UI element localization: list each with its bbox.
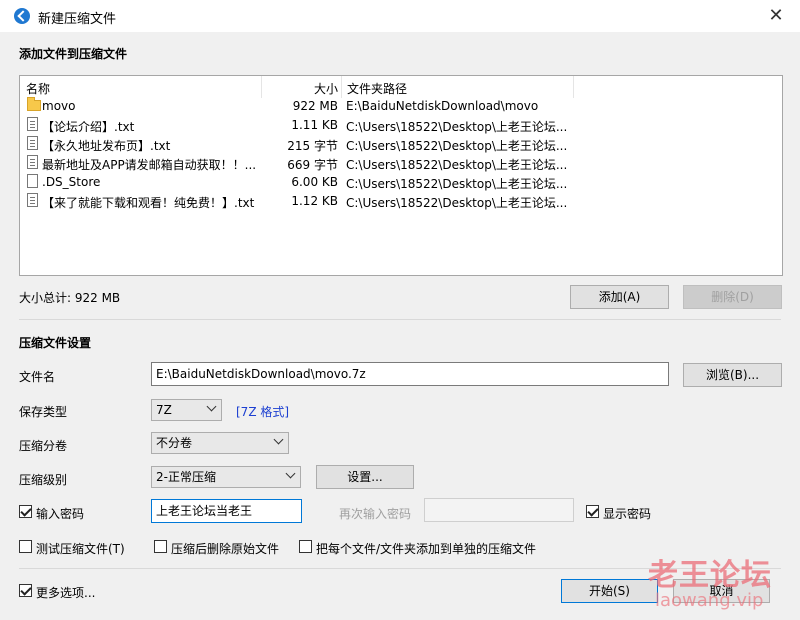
file-path: E:\BaiduNetdiskDownload\movo xyxy=(346,99,539,113)
password-label: 输入密码 xyxy=(36,507,85,521)
file-path: C:\Users\18522\Desktop\上老王论坛... xyxy=(346,139,568,153)
file-name: 【论坛介绍】.txt xyxy=(42,120,135,134)
show-password-checkbox[interactable] xyxy=(586,505,599,518)
separate-archives-checkbox[interactable] xyxy=(299,540,312,553)
file-size: 1.12 KB xyxy=(291,194,338,208)
file-name: 最新地址及APP请发邮箱自动获取！！... xyxy=(42,158,257,172)
password-checkbox[interactable] xyxy=(19,505,32,518)
show-password-label: 显示密码 xyxy=(603,507,652,521)
folder-icon xyxy=(27,97,41,111)
chevron-down-icon xyxy=(206,401,217,412)
file-path: C:\Users\18522\Desktop\上老王论坛... xyxy=(346,120,568,134)
reenter-password-label: 再次输入密码 xyxy=(339,507,412,521)
more-options-label[interactable]: 更多选项... xyxy=(36,584,95,601)
file-size: 922 MB xyxy=(292,99,338,113)
level-label: 压缩级别 xyxy=(19,473,68,487)
file-list[interactable]: 名称 大小 文件夹路径 movo 922 MB E:\BaiduNetdiskD… xyxy=(19,75,783,276)
file-path: C:\Users\18522\Desktop\上老王论坛... xyxy=(346,177,568,191)
file-icon xyxy=(27,174,38,188)
file-size: 1.11 KB xyxy=(291,118,338,132)
split-label: 压缩分卷 xyxy=(19,439,68,453)
file-list-header: 名称 大小 文件夹路径 xyxy=(20,76,782,98)
file-path: C:\Users\18522\Desktop\上老王论坛... xyxy=(346,158,568,172)
save-type-label: 保存类型 xyxy=(19,405,68,419)
file-path: C:\Users\18522\Desktop\上老王论坛... xyxy=(346,196,568,210)
file-name: .DS_Store xyxy=(42,175,101,189)
app-icon xyxy=(14,8,30,24)
file-name: 【来了就能下载和观看！纯免费！】.txt xyxy=(42,196,255,210)
file-size: 215 字节 xyxy=(287,139,338,153)
settings-section-title: 压缩文件设置 xyxy=(19,336,92,350)
window-title: 新建压缩文件 xyxy=(38,12,117,27)
text-file-icon xyxy=(27,193,38,207)
file-size: 669 字节 xyxy=(287,158,338,172)
filename-label: 文件名 xyxy=(19,370,56,384)
close-icon[interactable]: ✕ xyxy=(764,4,788,28)
text-file-icon xyxy=(27,136,38,150)
column-header-path[interactable]: 文件夹路径 xyxy=(347,80,407,97)
separate-archives-label: 把每个文件/文件夹添加到单独的压缩文件 xyxy=(316,542,537,556)
total-size: 大小总计: 922 MB xyxy=(19,291,121,305)
title-bar xyxy=(0,0,800,32)
reenter-password-input[interactable] xyxy=(424,498,574,522)
file-row[interactable]: 最新地址及APP请发邮箱自动获取！！... 669 字节 C:\Users\18… xyxy=(20,154,782,173)
split-select[interactable]: 不分卷 xyxy=(151,432,289,454)
file-name: 【永久地址发布页】.txt xyxy=(42,139,171,153)
delete-button[interactable]: 删除(D) xyxy=(683,285,782,309)
filename-input[interactable]: E:\BaiduNetdiskDownload\movo.7z xyxy=(151,362,669,386)
file-row[interactable]: 【论坛介绍】.txt 1.11 KB C:\Users\18522\Deskto… xyxy=(20,116,782,135)
file-row-movo[interactable]: movo 922 MB E:\BaiduNetdiskDownload\movo xyxy=(20,97,782,116)
level-value: 2-正常压缩 xyxy=(156,470,216,484)
format-link[interactable]: [7Z 格式] xyxy=(236,403,289,420)
test-archive-checkbox[interactable] xyxy=(19,540,32,553)
column-header-name[interactable]: 名称 xyxy=(26,80,50,97)
files-section-title: 添加文件到压缩文件 xyxy=(19,47,128,61)
file-row[interactable]: 【来了就能下载和观看！纯免费！】.txt 1.12 KB C:\Users\18… xyxy=(20,192,782,211)
level-select[interactable]: 2-正常压缩 xyxy=(151,466,301,488)
column-header-size[interactable]: 大小 xyxy=(261,80,338,97)
add-button[interactable]: 添加(A) xyxy=(570,285,669,309)
delete-after-label: 压缩后删除原始文件 xyxy=(171,542,280,556)
settings-button[interactable]: 设置... xyxy=(316,465,414,489)
more-options-checkbox[interactable] xyxy=(19,584,32,597)
divider xyxy=(19,319,781,320)
test-archive-label: 测试压缩文件(T) xyxy=(36,542,125,556)
split-value: 不分卷 xyxy=(156,436,193,450)
password-input[interactable]: 上老王论坛当老王 xyxy=(151,499,302,523)
save-type-select[interactable]: 7Z xyxy=(151,399,222,421)
file-size: 6.00 KB xyxy=(291,175,338,189)
chevron-down-icon xyxy=(273,434,284,445)
file-row[interactable]: 【永久地址发布页】.txt 215 字节 C:\Users\18522\Desk… xyxy=(20,135,782,154)
save-type-value: 7Z xyxy=(156,403,172,417)
text-file-icon xyxy=(27,117,38,131)
file-name: movo xyxy=(42,99,76,113)
start-button[interactable]: 开始(S) xyxy=(561,579,658,603)
watermark-logo-text: 老王论坛 xyxy=(648,558,772,593)
watermark-url: laowang.vip xyxy=(655,590,764,611)
delete-after-checkbox[interactable] xyxy=(154,540,167,553)
chevron-down-icon xyxy=(285,468,296,479)
text-file-icon xyxy=(27,155,38,169)
browse-button[interactable]: 浏览(B)... xyxy=(683,363,782,387)
file-row[interactable]: .DS_Store 6.00 KB C:\Users\18522\Desktop… xyxy=(20,173,782,192)
